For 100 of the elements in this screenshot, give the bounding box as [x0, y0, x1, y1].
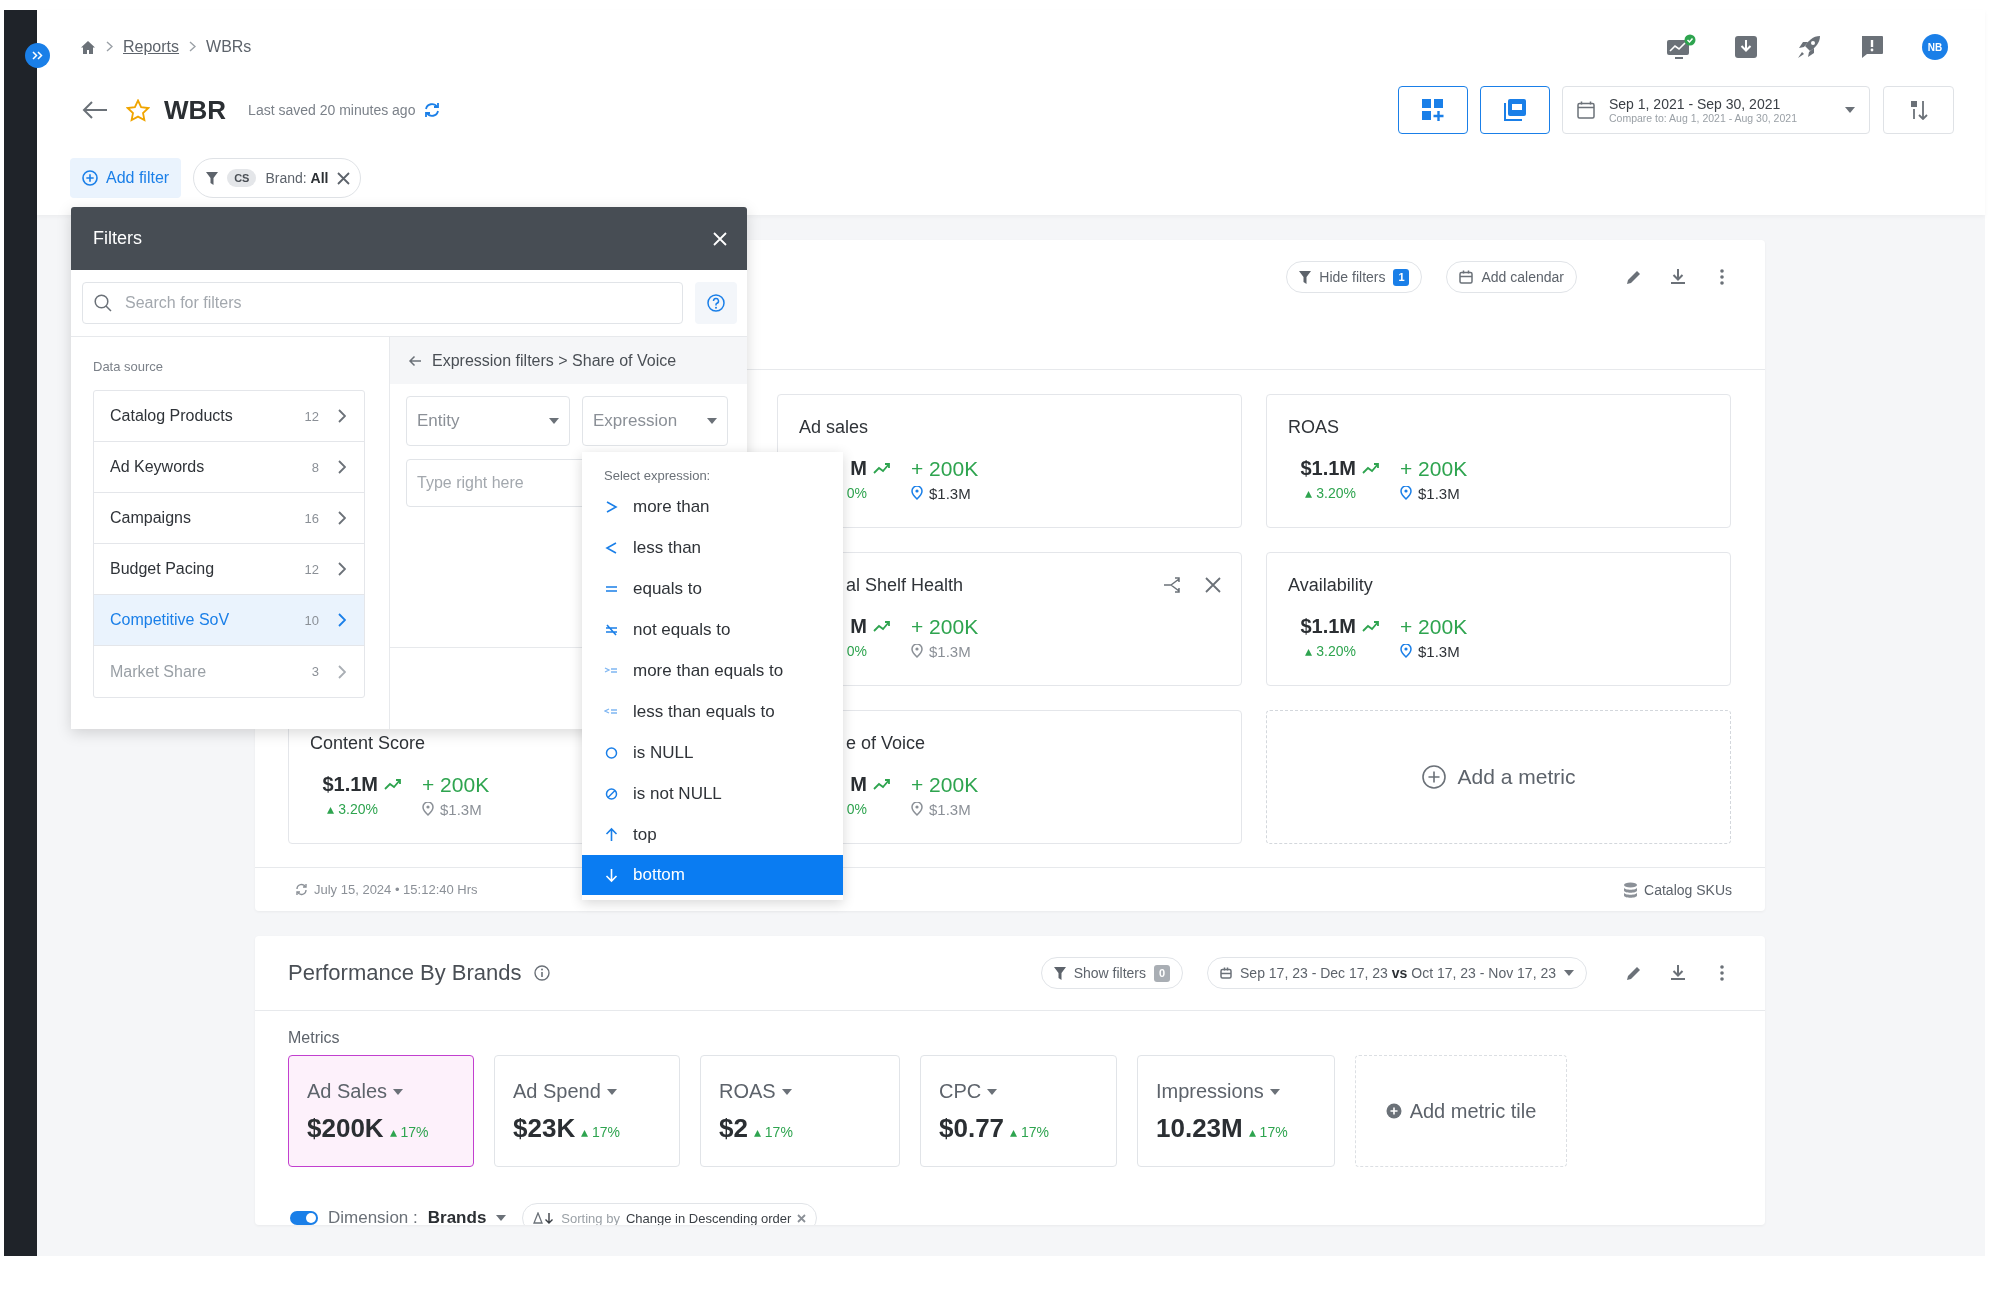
sort-icon [1909, 100, 1928, 120]
filter-path: Expression filters > Share of Voice [432, 351, 677, 370]
close-icon[interactable] [337, 171, 351, 185]
data-source-item[interactable]: Catalog Products 12 [94, 391, 364, 442]
metric-tile[interactable]: ROAS $2 ▴ 17% [700, 1055, 900, 1167]
delta-value: + 200K [422, 772, 490, 797]
trend-up-icon [873, 461, 891, 474]
more-icon[interactable] [1720, 965, 1724, 981]
add-metric-button[interactable]: Add a metric [1266, 710, 1731, 844]
sort-button[interactable] [1883, 86, 1954, 134]
add-widget-button[interactable] [1398, 86, 1468, 134]
breadcrumb-link[interactable]: Reports [123, 38, 180, 56]
metric-title: al Shelf Health [846, 574, 964, 596]
menu-item[interactable]: is NULL [582, 732, 843, 773]
sort-value: Change in Descending order [625, 1210, 792, 1225]
menu-item[interactable]: not equals to [582, 609, 843, 650]
change-percent: 0% [845, 643, 867, 659]
filters-toggle[interactable]: Show filters 0 [1040, 957, 1183, 989]
source-name: Budget Pacing [110, 560, 216, 578]
metric-tile[interactable]: Impressions 10.23M ▴ 17% [1137, 1055, 1335, 1167]
star-icon[interactable] [126, 98, 150, 122]
rocket-icon[interactable] [1796, 34, 1822, 60]
home-icon[interactable] [80, 39, 96, 55]
close-icon[interactable] [1205, 577, 1221, 593]
more-icon[interactable] [1720, 269, 1724, 285]
funnel-icon [1299, 270, 1312, 284]
menu-item[interactable]: is not NULL [582, 773, 843, 814]
pencil-icon[interactable] [1626, 965, 1642, 981]
download-icon[interactable] [1671, 965, 1685, 981]
tile-value: 10.23M [1156, 1113, 1243, 1144]
add-icon [1385, 1103, 1402, 1119]
download-box-icon[interactable] [1734, 35, 1758, 59]
refresh-icon[interactable] [423, 102, 442, 118]
circle-icon [604, 744, 619, 761]
source-count: 12 [304, 408, 319, 424]
chevron-right-icon [337, 664, 346, 679]
target-value: $1.3M [929, 642, 971, 660]
source-name: Competitive SoV [110, 611, 231, 629]
source-count: 16 [304, 510, 319, 526]
dimension-toggle[interactable] [290, 1211, 318, 1225]
caret-icon[interactable] [781, 1088, 792, 1095]
data-source-item[interactable]: Campaigns 16 [94, 493, 364, 544]
feedback-icon[interactable] [1860, 35, 1884, 59]
source-count: 8 [311, 459, 319, 475]
export-slides-button[interactable] [1480, 86, 1550, 134]
menu-item[interactable]: top [582, 814, 843, 855]
filter-chip[interactable]: CS Brand: All [193, 158, 362, 198]
menu-item[interactable]: less than [582, 527, 843, 568]
metric-tile[interactable]: Ad Spend $23K ▴ 17% [494, 1055, 680, 1167]
chevron-right-icon [337, 613, 346, 627]
menu-item[interactable]: more than equals to [582, 650, 843, 691]
metric-tile[interactable]: Ad Sales $200K ▴ 17% [288, 1055, 474, 1167]
metric-tile[interactable]: CPC $0.77 ▴ 17% [920, 1055, 1117, 1167]
pencil-icon[interactable] [1626, 269, 1642, 285]
caret-icon[interactable] [496, 1215, 507, 1221]
help-button[interactable] [695, 282, 737, 324]
date-range: Sep 17, 23 - Dec 17, 23 vs Oct 17, 23 - Nov 17, 23 [1240, 965, 1556, 981]
menu-item[interactable]: equals to [582, 568, 843, 609]
breadcrumb-item[interactable]: WBRs [206, 38, 252, 56]
arrow-up-icon [604, 826, 619, 843]
caret-icon[interactable] [606, 1088, 617, 1095]
menu-item[interactable]: bottom [582, 855, 843, 895]
monitor-check-icon[interactable] [1666, 34, 1696, 60]
data-source-label: Catalog SKUs [1644, 881, 1732, 898]
target-value: $1.3M [929, 800, 971, 818]
chevron-right-icon [337, 460, 346, 474]
search-field[interactable]: Search for filters [82, 282, 683, 324]
delta-value: + 200K [1400, 614, 1468, 639]
data-source-item[interactable]: Ad Keywords 8 [94, 442, 364, 493]
delta-value: + 200K [911, 456, 979, 481]
section-label: Data source [93, 357, 165, 376]
share-icon[interactable] [1163, 577, 1181, 593]
tile-value: $200K [307, 1113, 384, 1144]
menu-item[interactable]: less than equals to [582, 691, 843, 732]
caret-icon[interactable] [987, 1088, 998, 1095]
arrow-down-icon [604, 867, 619, 883]
data-source-item[interactable]: Competitive SoV 10 [94, 595, 364, 646]
filters-label: Hide filters [1319, 269, 1386, 285]
delta-value: + 200K [911, 614, 979, 639]
change-percent: ▴ 3.20% [1304, 485, 1356, 501]
metric-value: $1.1M [1299, 615, 1356, 638]
add-tile-button[interactable]: Add metric tile [1355, 1055, 1567, 1167]
user-avatar[interactable]: NB [1922, 34, 1948, 60]
source-name: Catalog Products [110, 407, 234, 425]
caret-icon[interactable] [1269, 1088, 1280, 1095]
back-arrow-icon[interactable] [82, 100, 108, 120]
grid-plus-icon [1422, 99, 1444, 121]
funnel-icon [1053, 966, 1066, 980]
target-value: $1.3M [1418, 642, 1460, 660]
back-arrow-icon[interactable] [408, 354, 422, 367]
caret-icon[interactable] [393, 1088, 404, 1095]
source-name: Campaigns [110, 509, 192, 527]
metric-value: $1.1M [321, 773, 378, 796]
filters-toggle[interactable]: Hide filters 1 [1286, 261, 1423, 293]
date-range-picker[interactable]: Sep 1, 2021 - Sep 30, 2021 Compare to: Aug 1, 2021 - Aug 30, 2021 [1562, 86, 1870, 134]
count-badge: 1 [1393, 268, 1410, 286]
download-icon[interactable] [1671, 269, 1685, 285]
add-calendar-button[interactable]: Add calendar [1446, 261, 1577, 293]
date-range-picker[interactable]: Sep 17, 23 - Dec 17, 23 vs Oct 17, 23 - Nov 17, 23 [1207, 957, 1587, 989]
add-filter-button[interactable]: Add filter [70, 158, 182, 198]
